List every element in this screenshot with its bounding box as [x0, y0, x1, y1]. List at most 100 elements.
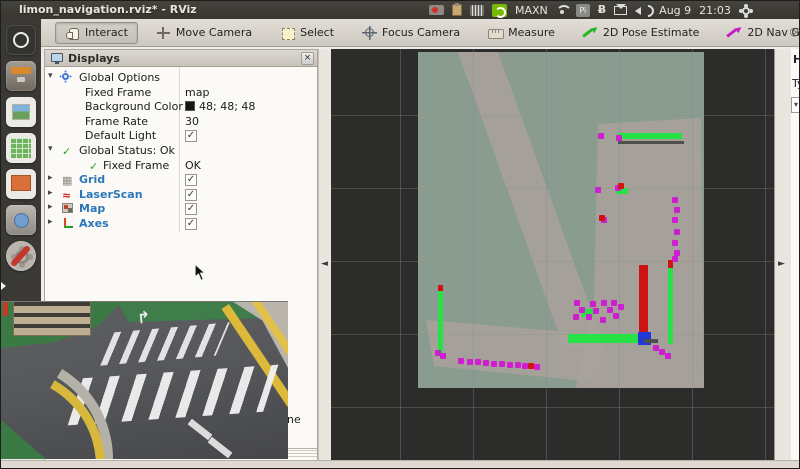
clock-date[interactable]: Aug 9: [659, 4, 691, 17]
toolbar-select-button[interactable]: Select: [270, 22, 344, 44]
displays-row-laserscan[interactable]: ▸≈LaserScan✓: [45, 188, 317, 203]
displays-row-frame-rate[interactable]: Frame Rate30: [45, 115, 317, 130]
expand-icon[interactable]: ▸: [48, 202, 60, 212]
laser-dot: [475, 359, 481, 365]
toolbar-interact-button[interactable]: Interact: [55, 22, 138, 44]
displays-panel-header[interactable]: Displays ×: [45, 50, 317, 67]
pi-indicator-icon[interactable]: Pi: [576, 4, 590, 17]
laser-dot: [458, 358, 464, 364]
laser-dot: [672, 256, 678, 262]
collapse-left-icon[interactable]: ◄: [321, 259, 328, 269]
displays-row-background-color[interactable]: Background Color48; 48; 48: [45, 100, 317, 115]
property-label: Global Status: Ok: [79, 144, 175, 157]
property-label: Axes: [79, 217, 109, 230]
nvidia-icon[interactable]: [492, 4, 507, 17]
clock-time[interactable]: 21:03: [699, 4, 731, 17]
launcher-libreoffice-calc-icon[interactable]: [6, 133, 36, 163]
laser-dot: [595, 187, 601, 193]
checkbox-map[interactable]: ✓: [185, 203, 197, 215]
displays-row-map[interactable]: ▸Map✓: [45, 202, 317, 217]
screen-record-icon[interactable]: [429, 5, 444, 15]
expand-icon[interactable]: ▸: [48, 173, 60, 183]
laser-dot: [598, 133, 604, 139]
laser-segment: [668, 268, 673, 344]
check-icon: ✓: [89, 160, 101, 171]
session-gear-icon[interactable]: [739, 4, 751, 16]
launcher-libreoffice-impress-icon[interactable]: [6, 169, 36, 199]
laser-dot: [674, 207, 680, 213]
displays-close-button[interactable]: ×: [301, 52, 314, 65]
pose-arrow-icon: [583, 26, 598, 40]
toolbar-2d-pose-estimate-button[interactable]: 2D Pose Estimate: [573, 22, 710, 44]
laser-dot: [590, 301, 596, 307]
right-splitter[interactable]: ►: [774, 49, 791, 461]
displays-row-fixed-frame[interactable]: Fixed Frame map: [45, 86, 317, 101]
laser-dot: [574, 300, 580, 306]
displays-row-axes[interactable]: ▸ Axes ✓: [45, 217, 317, 232]
volume-icon[interactable]: [635, 5, 651, 16]
toolbar-move-camera-button[interactable]: Move Camera: [146, 22, 262, 44]
performance-mode-label[interactable]: MAXN: [515, 4, 548, 17]
property-value[interactable]: map: [185, 86, 209, 99]
property-value[interactable]: 30: [185, 115, 199, 128]
mail-icon[interactable]: [614, 6, 627, 15]
rename-button-fragment[interactable]: ne: [287, 413, 301, 426]
laser-dot: [672, 240, 678, 246]
displays-row-default-light[interactable]: Default Light ✓: [45, 129, 317, 144]
launcher-system-settings-icon[interactable]: [6, 241, 36, 271]
laser-dot: [618, 183, 624, 189]
toolbar-measure-button[interactable]: Measure: [478, 22, 565, 44]
expand-icon[interactable]: ▸: [48, 188, 60, 198]
laser-dot: [579, 307, 585, 313]
launcher-image-viewer-icon[interactable]: [6, 97, 36, 127]
launcher-files-icon[interactable]: [6, 61, 36, 91]
displays-row-grid[interactable]: ▸▦Grid✓: [45, 173, 317, 188]
checkbox-grid[interactable]: ✓: [185, 174, 197, 186]
panel-resize-grip[interactable]: [285, 448, 317, 457]
laser-dot: [665, 353, 671, 359]
laser-dot: [672, 197, 678, 203]
clipboard-icon[interactable]: [452, 4, 462, 16]
property-label: Default Light: [85, 129, 156, 142]
property-value[interactable]: 48; 48; 48: [185, 100, 255, 113]
wifi-icon[interactable]: [556, 5, 568, 15]
property-label: Fixed Frame: [85, 86, 151, 99]
toolbar-2d-nav-goal-button[interactable]: 2D Nav Goal: [717, 22, 800, 44]
move-arrows-icon: [156, 26, 171, 40]
launcher-software-center-icon[interactable]: [6, 205, 36, 235]
camera-road-arrow: ↱: [136, 307, 151, 327]
goal-arrow-icon: [727, 26, 742, 40]
focus-crosshair-icon: [362, 26, 377, 40]
left-splitter[interactable]: ◄: [318, 49, 331, 461]
bluetooth-icon[interactable]: Ƀ: [598, 1, 606, 19]
expand-icon[interactable]: ▸: [48, 217, 60, 227]
views-type-dropdown[interactable]: ▾: [791, 97, 800, 113]
3d-viewport[interactable]: [331, 49, 774, 461]
checkbox-axes[interactable]: ✓: [185, 218, 197, 230]
laser-dot: [672, 217, 678, 223]
camera-red-pole: [3, 301, 8, 316]
toolbar-tools: Interact Move Camera Select Focus Camera Mea…: [55, 22, 800, 44]
checkbox-default-light[interactable]: ✓: [185, 130, 197, 142]
laser-dot: [499, 361, 505, 367]
property-value[interactable]: OK: [185, 159, 201, 172]
collapse-icon[interactable]: ▾: [48, 144, 60, 154]
toolbar-overflow-icon[interactable]: ◎: [789, 25, 799, 38]
laser-dot: [618, 304, 624, 310]
toolbar-focus-camera-button[interactable]: Focus Camera: [352, 22, 470, 44]
system-monitor-icon[interactable]: [470, 5, 484, 16]
window-bottom-edge: [1, 460, 800, 469]
checkbox-laserscan[interactable]: ✓: [185, 189, 197, 201]
displays-panel-title: Displays: [68, 52, 120, 65]
property-label: Global Options: [79, 71, 160, 84]
displays-row-global-status-ok[interactable]: ▾✓Global Status: Ok: [45, 144, 317, 159]
launcher-ubuntu-icon[interactable]: [6, 25, 36, 55]
displays-row-global-options[interactable]: ▾ Global Options: [45, 71, 317, 86]
displays-tree: ▾ Global Options Fixed Frame mapBackground …: [45, 67, 317, 232]
collapse-right-icon[interactable]: ►: [778, 259, 785, 269]
laser-dot: [491, 361, 497, 367]
displays-row-fixed-frame[interactable]: ✓Fixed FrameOK: [45, 159, 317, 174]
laser-dot: [593, 308, 599, 314]
laser-dot: [613, 313, 619, 319]
collapse-icon[interactable]: ▾: [48, 71, 60, 81]
